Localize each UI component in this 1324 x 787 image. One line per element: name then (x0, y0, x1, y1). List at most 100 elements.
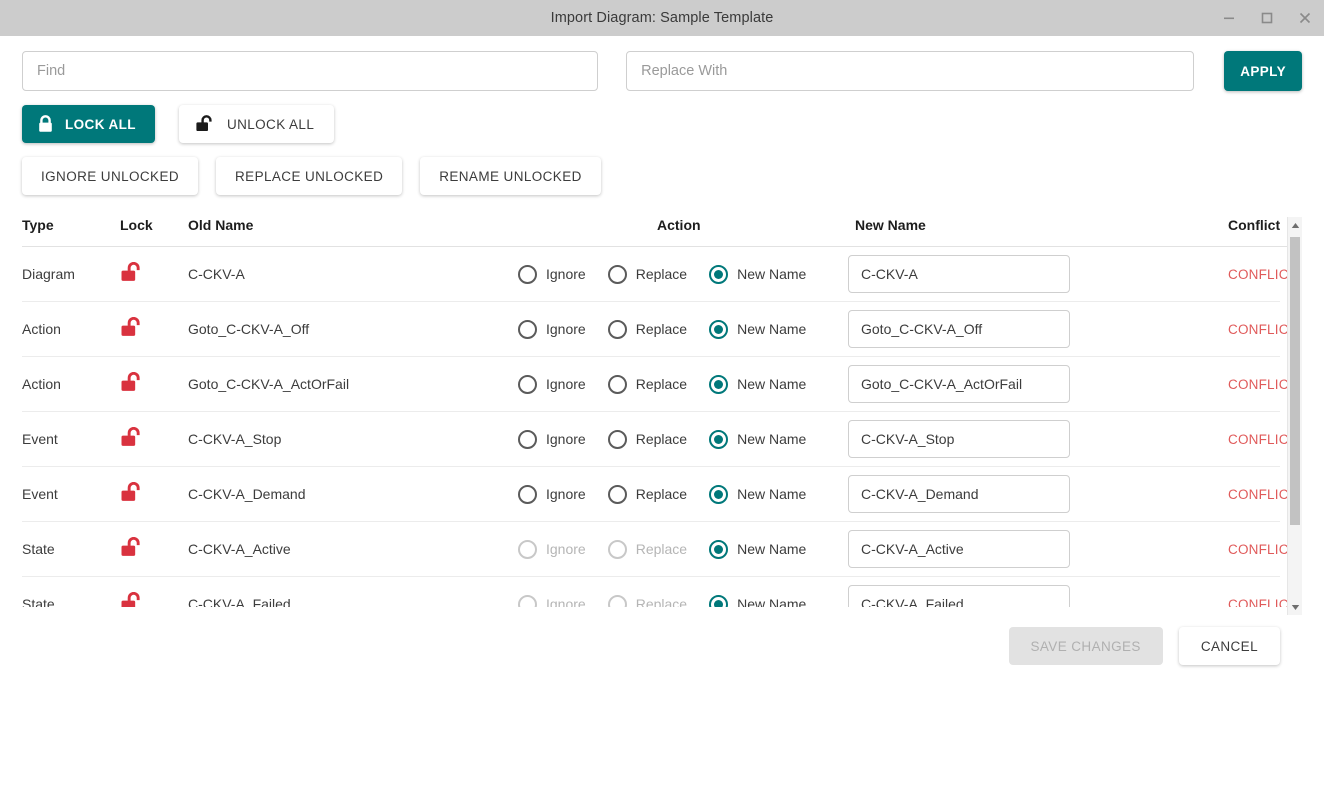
new-name-input[interactable] (848, 530, 1070, 568)
radio-ignore-indicator (518, 484, 537, 504)
radio-new_name[interactable]: New Name (709, 374, 807, 394)
lock-toggle[interactable] (120, 261, 188, 286)
radio-replace-indicator (607, 319, 627, 339)
unlocked-padlock-icon (121, 536, 140, 556)
cell-type: Action (22, 321, 61, 337)
cell-action: Ignore Replace New Name (518, 594, 848, 607)
window-controls (1210, 0, 1324, 36)
radio-replace-indicator (607, 539, 627, 559)
lock-toggle[interactable] (120, 426, 188, 451)
scroll-down-button[interactable] (1288, 599, 1302, 615)
new-name-input[interactable] (848, 255, 1070, 293)
radio-replace-label: Replace (635, 431, 688, 447)
table-header-row: Type Lock Old Name Action New Name Confl… (22, 217, 1302, 247)
cell-old-name: C-CKV-A_Stop (188, 431, 282, 447)
cell-new-name (848, 420, 1228, 458)
radio-replace: Replace (607, 594, 687, 607)
apply-button[interactable]: APPLY (1224, 51, 1302, 91)
cell-new-name (848, 365, 1228, 403)
radio-ignore-indicator (518, 539, 537, 559)
chevron-down-icon (1291, 604, 1299, 610)
lock-toggle[interactable] (120, 591, 188, 607)
new-name-input[interactable] (848, 585, 1070, 607)
radio-new_name[interactable]: New Name (709, 539, 807, 559)
radio-new_name[interactable]: New Name (709, 594, 806, 607)
new-name-input[interactable] (848, 420, 1070, 458)
column-header-conflict: Conflict (1228, 217, 1281, 233)
radio-replace-label: Replace (635, 486, 688, 502)
cell-new-name (848, 255, 1228, 293)
close-button[interactable] (1286, 0, 1324, 36)
radio-replace[interactable]: Replace (607, 429, 688, 449)
cell-action: Ignore Replace New Name (518, 484, 848, 504)
radio-replace[interactable]: Replace (607, 374, 687, 394)
new-name-input[interactable] (848, 475, 1070, 513)
cell-action: Ignore Replace New Name (518, 374, 848, 394)
radio-new_name-indicator (709, 429, 729, 449)
lock-toggle[interactable] (120, 536, 188, 561)
lock-all-button[interactable]: LOCK ALL (22, 105, 155, 143)
locked-padlock-icon (39, 115, 52, 132)
unlock-all-button[interactable]: UNLOCK ALL (178, 105, 335, 143)
radio-ignore[interactable]: Ignore (518, 319, 586, 339)
column-header-lock: Lock (120, 217, 153, 233)
table-scrollbar[interactable] (1287, 217, 1302, 615)
radio-replace[interactable]: Replace (607, 319, 687, 339)
radio-replace[interactable]: Replace (607, 484, 688, 504)
radio-ignore[interactable]: Ignore (518, 429, 586, 449)
table-rows-container: DiagramC-CKV-AIgnoreReplaceNew NameCONFL… (22, 247, 1302, 607)
bulk-actions-row: IGNORE UNLOCKED REPLACE UNLOCKED RENAME … (22, 157, 1302, 195)
rename-unlocked-button[interactable]: RENAME UNLOCKED (420, 157, 601, 195)
new-name-input[interactable] (848, 310, 1070, 348)
new-name-input[interactable] (848, 365, 1070, 403)
cell-new-name (848, 475, 1228, 513)
cell-old-name: Goto_C-CKV-A_ActOrFail (188, 376, 350, 392)
cell-old-name: C-CKV-A_Demand (188, 486, 306, 502)
radio-new_name[interactable]: New Name (709, 429, 807, 449)
radio-new_name-label: New Name (737, 431, 807, 447)
radio-ignore-indicator (518, 319, 537, 339)
save-changes-button[interactable]: SAVE CHANGES (1008, 627, 1163, 665)
column-header-action: Action (657, 217, 701, 233)
radio-new_name[interactable]: New Name (709, 264, 806, 284)
lock-toggle[interactable] (120, 481, 188, 506)
table-row: EventC-CKV-A_StopIgnoreReplaceNew NameCO… (22, 412, 1302, 467)
radio-ignore-indicator (518, 594, 537, 607)
radio-new_name[interactable]: New Name (709, 319, 806, 339)
lock-toggle[interactable] (120, 316, 188, 341)
cell-new-name (848, 530, 1228, 568)
scrollbar-thumb[interactable] (1290, 237, 1300, 525)
column-header-type: Type (22, 217, 54, 233)
radio-replace-indicator (607, 429, 627, 449)
scroll-up-button[interactable] (1288, 217, 1302, 233)
radio-replace[interactable]: Replace (607, 264, 687, 284)
lock-controls-row: LOCK ALL UNLOCK ALL (22, 105, 1302, 143)
replace-unlocked-button[interactable]: REPLACE UNLOCKED (216, 157, 403, 195)
radio-new_name-label: New Name (737, 541, 807, 557)
radio-ignore: Ignore (518, 539, 586, 559)
radio-new_name[interactable]: New Name (709, 484, 806, 504)
cell-new-name (848, 310, 1228, 348)
cancel-button[interactable]: CANCEL (1178, 627, 1280, 665)
radio-ignore[interactable]: Ignore (518, 374, 586, 394)
find-input[interactable] (22, 51, 599, 91)
lock-toggle[interactable] (120, 371, 188, 396)
ignore-unlocked-button[interactable]: IGNORE UNLOCKED (22, 157, 199, 195)
radio-ignore-label: Ignore (546, 266, 586, 282)
minimize-button[interactable] (1210, 0, 1248, 36)
window-title: Import Diagram: Sample Template (550, 10, 774, 26)
replace-input[interactable] (626, 51, 1195, 91)
radio-ignore-label: Ignore (546, 541, 586, 557)
maximize-button[interactable] (1248, 0, 1286, 36)
radio-new_name-label: New Name (737, 376, 807, 392)
radio-ignore[interactable]: Ignore (518, 484, 586, 504)
chevron-up-icon (1291, 222, 1299, 228)
radio-ignore[interactable]: Ignore (518, 264, 586, 284)
radio-ignore-indicator (518, 429, 537, 449)
unlocked-padlock-icon (121, 481, 140, 501)
maximize-icon (1261, 12, 1273, 24)
unlocked-padlock-icon (121, 371, 140, 391)
cell-action: Ignore Replace New Name (518, 264, 848, 284)
radio-ignore-label: Ignore (546, 321, 586, 337)
cell-type: Event (22, 431, 58, 447)
